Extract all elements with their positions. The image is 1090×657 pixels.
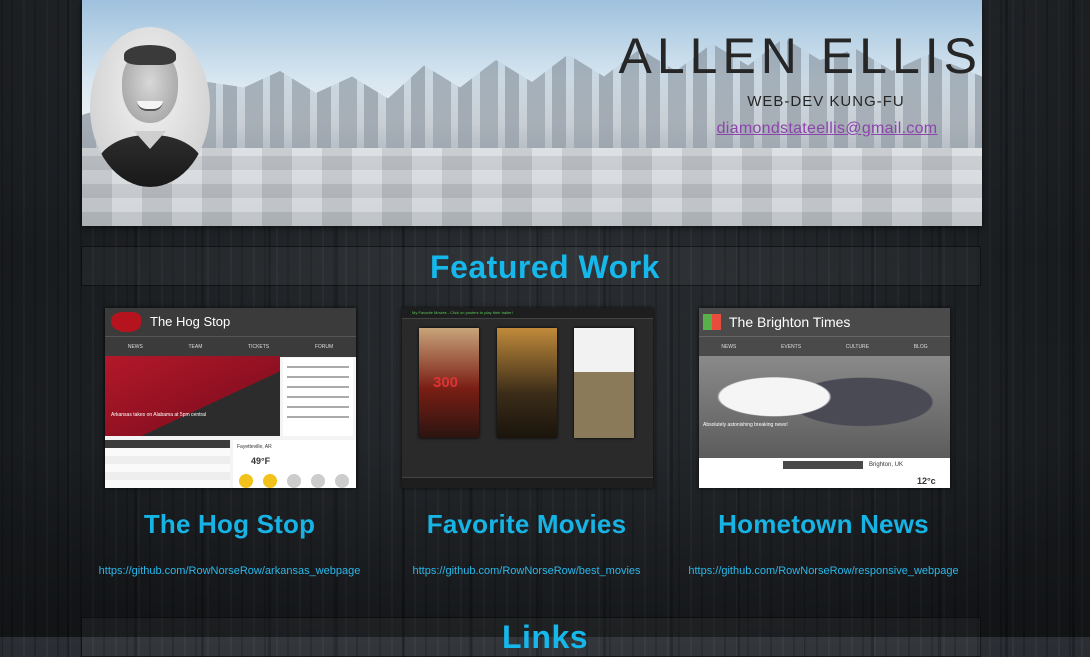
profile-header: ALLEN ELLIS WEB-DEV KUNG-FU diamondstate… xyxy=(82,0,982,226)
thumb-nav-item: EVENTS xyxy=(781,344,802,350)
project-title: Hometown News xyxy=(718,509,929,539)
thumb-footer xyxy=(402,477,653,488)
sun-icon xyxy=(239,474,253,488)
movie-poster-300[interactable]: 300 xyxy=(419,328,479,438)
thumb-nav-item: BLOG xyxy=(913,344,928,350)
cloud-icon xyxy=(311,474,325,488)
thumb-nav: NEWS EVENTS CULTURE BLOG xyxy=(699,336,950,357)
thumb-headline: Arkansas takes on Alabama at 5pm central xyxy=(111,412,207,418)
project-repo-link[interactable]: https://github.com/RowNorseRow/arkansas_… xyxy=(61,565,398,577)
thumb-site-title: The Hog Stop xyxy=(150,314,231,329)
project-repo-link[interactable]: https://github.com/RowNorseRow/best_movi… xyxy=(358,565,695,577)
thumb-weather-place: Brighton, UK xyxy=(869,462,904,468)
project-title: The Hog Stop xyxy=(143,509,316,539)
checkered-floor-background xyxy=(82,148,982,226)
thumb-site-title: The Brighton Times xyxy=(729,314,851,330)
cloud-icon xyxy=(335,474,349,488)
featured-section-title: Featured Work xyxy=(430,249,660,285)
page-title: ALLEN ELLIS xyxy=(618,28,982,84)
thumb-weather-place: Fayetteville, AR xyxy=(237,444,272,450)
avatar xyxy=(90,27,210,187)
thumb-schedule-table xyxy=(105,440,230,488)
poster-title: 300 xyxy=(433,374,459,391)
thumb-site-header: The Brighton Times xyxy=(699,308,950,336)
thumb-site-header: My Favorite Movies - Click on posters to… xyxy=(402,308,653,319)
cloud-icon xyxy=(287,474,301,488)
thumb-nav-item: TEAM xyxy=(188,344,203,350)
thumb-site-header: The Hog Stop xyxy=(105,308,356,336)
sun-icon xyxy=(263,474,277,488)
avatar-hair xyxy=(124,45,176,65)
project-repo-link[interactable]: https://github.com/RowNorseRow/responsiv… xyxy=(655,565,992,577)
thumb-nav-item: CULTURE xyxy=(845,344,870,350)
thumb-weather-temp: 12°c xyxy=(917,476,936,486)
links-section-title: Links xyxy=(501,619,589,655)
thumb-weather-temp: 49°F xyxy=(251,456,271,466)
movie-poster-batman-begins[interactable] xyxy=(497,328,557,438)
thumb-nav-item: TICKETS xyxy=(248,344,270,350)
email-link[interactable]: diamondstateellis@gmail.com xyxy=(692,120,962,138)
thumb-nav-item: NEWS xyxy=(127,344,143,350)
thumb-sidebar xyxy=(283,358,353,436)
thumb-hero: Absolutely astonishing breaking news! xyxy=(699,356,950,458)
newspaper-logo-icon xyxy=(703,314,721,330)
project-thumbnail-hog-stop[interactable]: The Hog Stop NEWS TEAM TICKETS FORUM Ark… xyxy=(105,308,356,488)
tagline: WEB-DEV KUNG-FU xyxy=(747,93,905,110)
thumb-nav-item: FORUM xyxy=(314,344,334,350)
thumb-site-title: My Favorite Movies - Click on posters to… xyxy=(412,310,513,315)
thumb-nav: NEWS TEAM TICKETS FORUM xyxy=(105,336,356,357)
project-thumbnail-favorite-movies[interactable]: My Favorite Movies - Click on posters to… xyxy=(402,308,653,488)
project-title: Favorite Movies xyxy=(426,509,627,539)
razorback-logo-icon xyxy=(111,312,141,332)
movie-poster-the-big-short[interactable] xyxy=(574,328,634,438)
project-thumbnail-hometown-news[interactable]: The Brighton Times NEWS EVENTS CULTURE B… xyxy=(699,308,950,488)
thumb-table-header xyxy=(783,461,863,469)
thumb-weather: Fayetteville, AR 49°F xyxy=(233,440,356,488)
thumb-weather: Brighton, UK 12°c xyxy=(699,458,950,488)
thumb-nav-item: NEWS xyxy=(721,344,737,350)
thumb-hero: Arkansas takes on Alabama at 5pm central xyxy=(105,356,280,436)
thumb-headline: Absolutely astonishing breaking news! xyxy=(703,422,788,428)
